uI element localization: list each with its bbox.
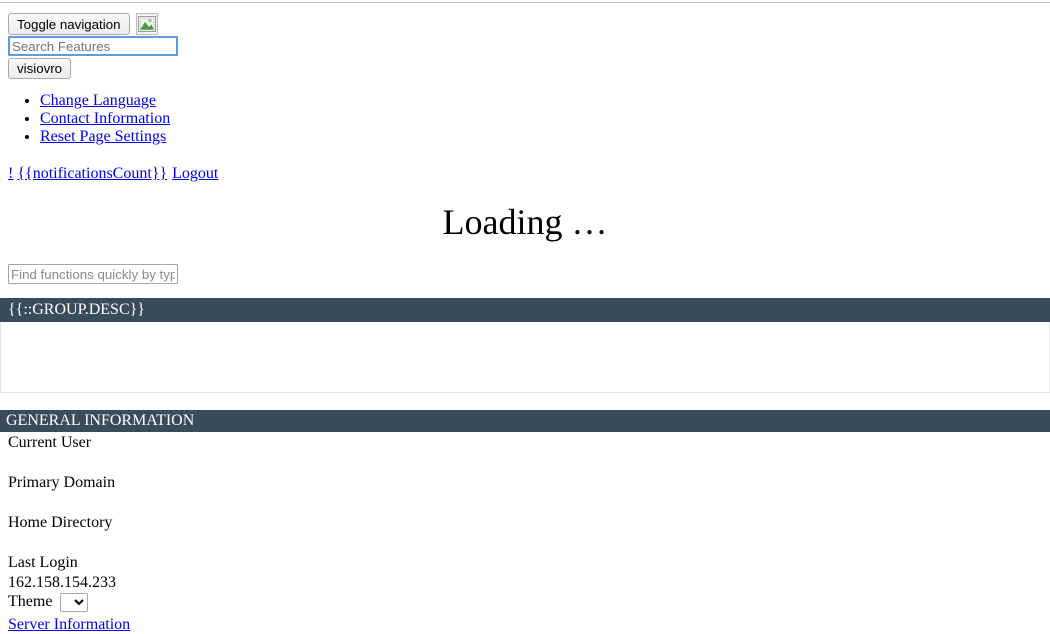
notifications-bang-link[interactable]: ! [8,165,13,182]
navbar-top-row: Toggle navigation [8,13,1042,35]
loading-heading: Loading … [442,202,608,242]
theme-select[interactable] [60,592,89,612]
info-row-last-login: Last Login [8,553,508,573]
search-features-input[interactable] [8,36,178,56]
info-label: Last Login [8,554,78,571]
info-row-primary-domain: Primary Domain [8,473,508,513]
contact-information-link[interactable]: Contact Information [40,110,170,127]
logout-link[interactable]: Logout [172,165,218,182]
list-item[interactable]: Change Language [40,92,170,110]
notifications-row: ! {{notificationsCount}} Logout [8,165,218,183]
group-panel-body [1,322,1049,392]
navbar-header: Toggle navigation [8,13,1042,35]
notifications-count-link[interactable]: {{notificationsCount}} [17,165,167,182]
general-information-heading: GENERAL INFORMATION [0,410,1050,432]
general-information-list: Current User Primary Domain Home Directo… [8,433,508,593]
top-divider [0,2,1050,3]
theme-label: Theme [8,593,53,610]
info-row-home-directory: Home Directory [8,513,508,553]
last-login-ip: 162.158.154.233 [8,574,116,591]
list-item[interactable]: Reset Page Settings [40,128,170,146]
list-item[interactable]: Contact Information [40,110,170,128]
info-label: Home Directory [8,514,113,531]
navbar-link-list: Change Language Contact Information Rese… [0,92,170,146]
info-row-current-user: Current User [8,433,508,473]
current-user-button[interactable]: visiovro [8,58,72,79]
change-language-link[interactable]: Change Language [40,92,156,109]
reset-page-settings-link[interactable]: Reset Page Settings [40,128,166,145]
group-panel-title: {{::GROUP.DESC}} [0,298,1050,322]
group-panel: {{::GROUP.DESC}} [0,298,1050,393]
toggle-navigation-button[interactable]: Toggle navigation [8,13,130,35]
theme-row: Theme [8,592,89,612]
info-row-last-login-value: 162.158.154.233 [8,573,508,593]
server-information-link[interactable]: Server Information [8,615,130,634]
info-label: Primary Domain [8,474,116,491]
broken-image-icon[interactable] [135,13,158,35]
quick-find-input[interactable] [8,264,178,284]
info-label: Current User [8,434,92,451]
